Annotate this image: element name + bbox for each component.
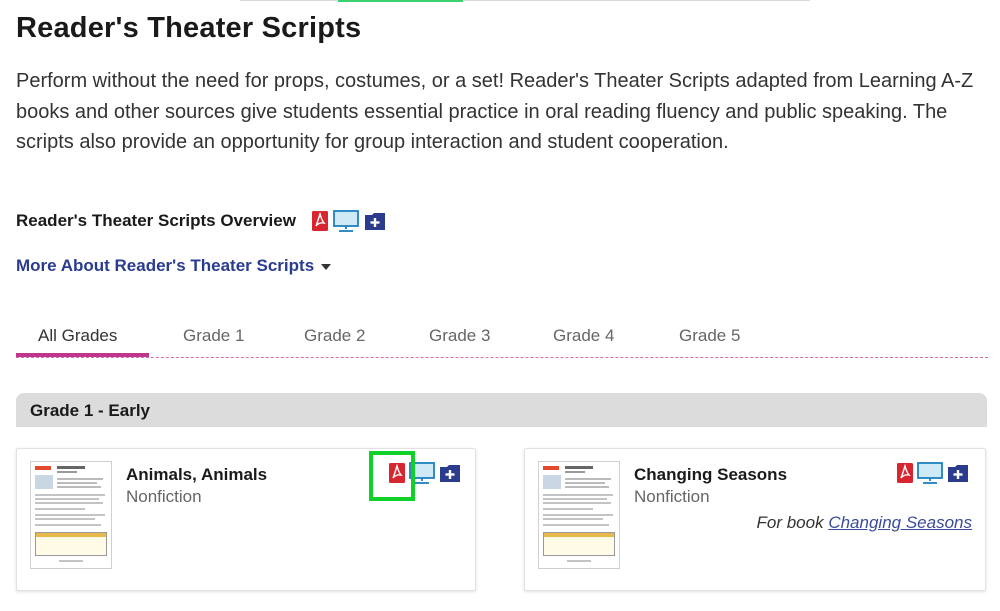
tab-grade-1[interactable]: Grade 1 (183, 326, 244, 346)
script-thumbnail[interactable] (538, 461, 620, 569)
projector-icon[interactable] (333, 210, 359, 232)
tab-all-grades[interactable]: All Grades (38, 326, 117, 346)
top-divider (240, 0, 810, 1)
tabs-divider (16, 357, 988, 358)
card-type: Nonfiction (634, 487, 710, 506)
top-progress-accent (338, 0, 463, 2)
tab-grade-2[interactable]: Grade 2 (304, 326, 365, 346)
card-title[interactable]: Animals, Animals (126, 465, 267, 485)
grade-section-header: Grade 1 - Early (16, 393, 987, 427)
grade-tabs: All Grades Grade 1 Grade 2 Grade 3 Grade… (16, 320, 988, 358)
pdf-icon[interactable] (311, 211, 328, 231)
overview-row: Reader's Theater Scripts Overview (16, 206, 385, 236)
caret-down-icon (321, 264, 332, 270)
more-about-toggle[interactable]: More About Reader's Theater Scripts (16, 256, 332, 276)
grade-section-title: Grade 1 - Early (30, 401, 151, 420)
tab-grade-3[interactable]: Grade 3 (429, 326, 490, 346)
more-about-label: More About Reader's Theater Scripts (16, 256, 315, 275)
card-actions (897, 462, 968, 484)
tab-grade-5[interactable]: Grade 5 (679, 326, 740, 346)
script-thumbnail[interactable] (30, 461, 112, 569)
tab-grade-4[interactable]: Grade 4 (553, 326, 614, 346)
highlight-box (369, 451, 415, 501)
for-book-line: For book Changing Seasons (757, 513, 973, 533)
intro-paragraph: Perform without the need for props, cost… (16, 70, 974, 153)
add-to-folder-icon[interactable] (364, 212, 385, 230)
pdf-icon[interactable] (897, 463, 913, 483)
add-to-folder-icon[interactable] (440, 464, 460, 482)
add-to-folder-icon[interactable] (948, 464, 968, 482)
for-book-prefix: For book (756, 513, 824, 532)
for-book-link[interactable]: Changing Seasons (828, 513, 972, 532)
card-type: Nonfiction (126, 487, 202, 506)
overview-label: Reader's Theater Scripts Overview (16, 211, 296, 230)
projector-icon[interactable] (917, 462, 943, 484)
card-title[interactable]: Changing Seasons (634, 465, 787, 485)
script-card: Changing Seasons Nonfiction For book Cha… (524, 448, 986, 591)
page-title: Reader's Theater Scripts (16, 12, 362, 44)
